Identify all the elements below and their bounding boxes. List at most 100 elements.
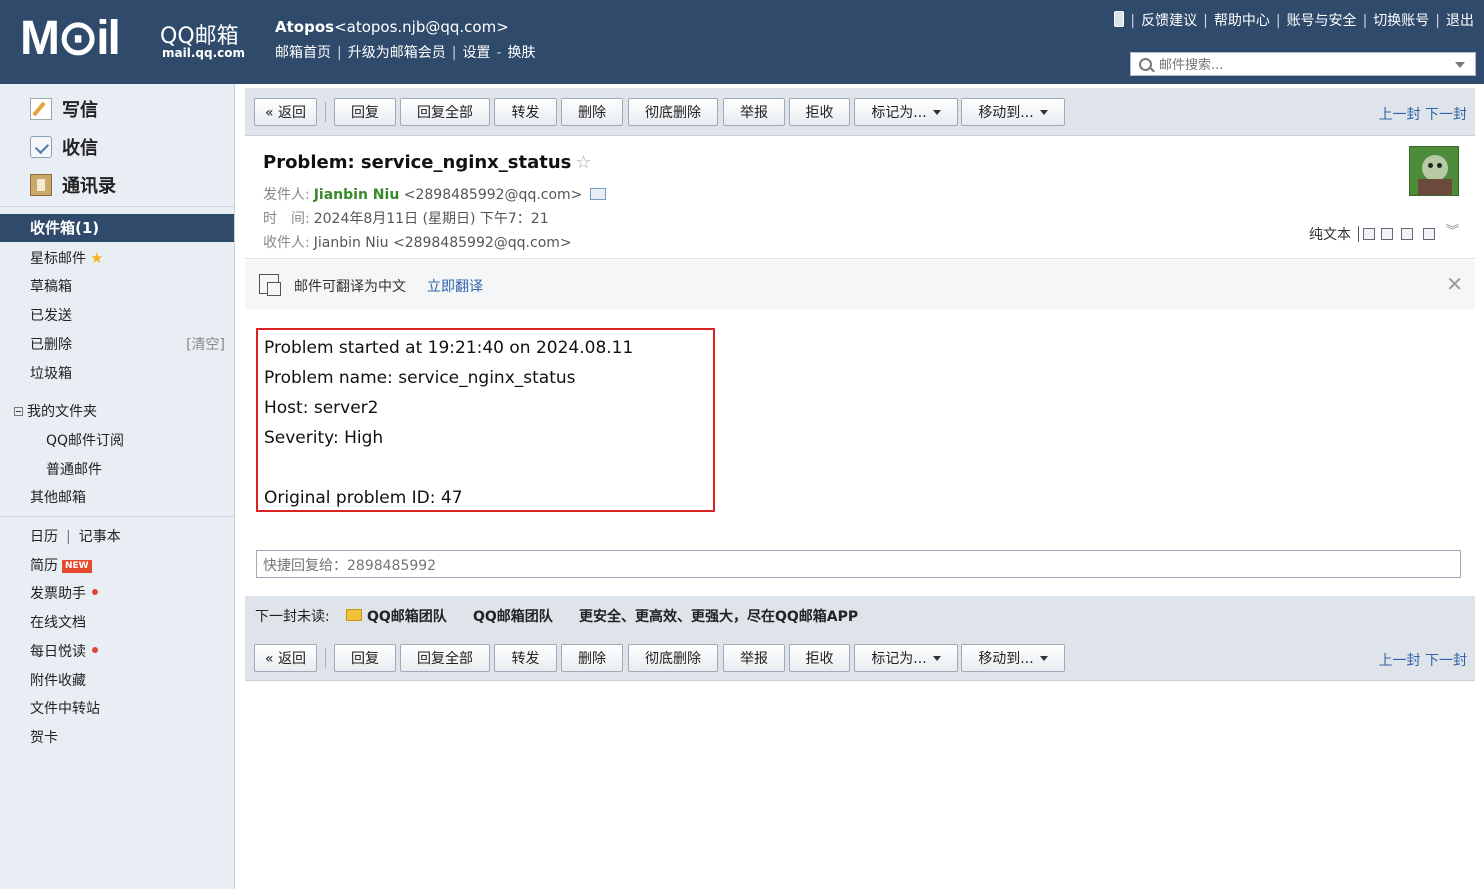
- move-to-dropdown[interactable]: 移动到...: [961, 644, 1065, 672]
- header: M⊙il QQ邮箱 mail.qq.com Atopos<atopos.njb@…: [0, 0, 1484, 84]
- download-icon[interactable]: [1401, 228, 1413, 240]
- sender-email: <2898485992@qq.com>: [403, 187, 583, 203]
- translate-hint: 邮件可翻译为中文: [294, 279, 406, 295]
- sidebar-item-sent[interactable]: 已发送: [30, 305, 72, 325]
- sidebar-item-resume[interactable]: 简历 NEW: [30, 555, 92, 575]
- brand-domain: mail.qq.com: [162, 46, 245, 60]
- sidebar-item-notepad[interactable]: 记事本: [79, 529, 121, 545]
- next-unread-sender[interactable]: QQ邮箱团队: [367, 606, 447, 626]
- permanent-delete-button[interactable]: 彻底删除: [628, 644, 718, 672]
- sidebar-item-inbox[interactable]: 收件箱(1): [0, 214, 234, 242]
- quick-reply-input[interactable]: [256, 550, 1461, 578]
- account-name: Atopos: [275, 18, 335, 36]
- report-button[interactable]: 举报: [723, 98, 785, 126]
- report-button[interactable]: 举报: [723, 644, 785, 672]
- sidebar-item-online-docs[interactable]: 在线文档: [30, 612, 86, 632]
- sender-avatar[interactable]: [1409, 146, 1459, 196]
- mark-as-dropdown[interactable]: 标记为...: [854, 644, 958, 672]
- contact-card-icon[interactable]: [590, 188, 607, 200]
- sidebar-item-qq-subscribe[interactable]: QQ邮件订阅: [46, 430, 124, 450]
- sidebar-item-normal-mail[interactable]: 普通邮件: [46, 459, 102, 479]
- prev-mail-link[interactable]: 上一封: [1379, 653, 1421, 669]
- star-outline-icon[interactable]: ☆: [575, 152, 591, 173]
- sidebar-item-other-mailbox[interactable]: 其他邮箱: [30, 487, 86, 507]
- mailbox-home-link[interactable]: 邮箱首页: [275, 45, 331, 61]
- clear-trash-link[interactable]: [清空]: [186, 334, 225, 354]
- toolbar-bottom: « 返回 回复 回复全部 转发 删除 彻底删除 举报 拒收 标记为... 移动到…: [245, 634, 1475, 681]
- help-center-link[interactable]: 帮助中心: [1214, 13, 1270, 29]
- close-icon[interactable]: ✕: [1446, 272, 1463, 296]
- plain-text-link[interactable]: 纯文本: [1309, 224, 1351, 244]
- next-mail-link[interactable]: 下一封: [1425, 107, 1467, 123]
- chevron-down-icon: [932, 656, 941, 661]
- reply-all-button[interactable]: 回复全部: [400, 98, 490, 126]
- sidebar-item-file-transfer[interactable]: 文件中转站: [30, 698, 100, 718]
- switch-account-link[interactable]: 切换账号: [1373, 13, 1429, 29]
- sidebar-item-deleted[interactable]: 已删除: [30, 334, 72, 354]
- chevron-down-icon[interactable]: ︾: [1446, 220, 1459, 239]
- reply-button[interactable]: 回复: [334, 644, 396, 672]
- prev-mail-link[interactable]: 上一封: [1379, 107, 1421, 123]
- skin-link[interactable]: 换肤: [508, 45, 536, 61]
- search-input[interactable]: [1157, 55, 1461, 75]
- collapse-icon[interactable]: [14, 407, 23, 416]
- phone-icon[interactable]: [1114, 11, 1125, 27]
- forward-button[interactable]: 转发: [494, 98, 557, 126]
- sidebar: 写信 收信 通讯录 收件箱(1) 星标邮件 ★ 草稿箱 已发送 已删除 [清空] …: [0, 84, 235, 889]
- back-button[interactable]: « 返回: [254, 644, 317, 672]
- translate-now-link[interactable]: 立即翻译: [427, 276, 483, 296]
- reject-button[interactable]: 拒收: [789, 98, 850, 126]
- note-icon[interactable]: [1381, 228, 1393, 240]
- sidebar-item-starred[interactable]: 星标邮件 ★: [30, 248, 103, 268]
- contacts-item[interactable]: 通讯录: [30, 172, 116, 198]
- delete-button[interactable]: 删除: [561, 644, 623, 672]
- search-dropdown-icon[interactable]: [1455, 62, 1465, 68]
- permanent-delete-button[interactable]: 彻底删除: [628, 98, 718, 126]
- write-icon: [30, 98, 52, 120]
- recipient: Jianbin Niu <2898485992@qq.com>: [313, 235, 572, 251]
- write-mail-item[interactable]: 写信: [30, 96, 98, 122]
- feedback-link[interactable]: 反馈建议: [1141, 13, 1197, 29]
- mail-header: Problem: service_nginx_status ☆ 发件人: Jianb…: [245, 136, 1475, 259]
- sidebar-item-attachments[interactable]: 附件收藏: [30, 670, 86, 690]
- sidebar-divider: [0, 516, 234, 517]
- print-icon[interactable]: [1423, 228, 1435, 240]
- sidebar-item-invoice[interactable]: 发票助手: [30, 583, 98, 603]
- sender-name[interactable]: Jianbin Niu: [314, 187, 400, 203]
- receive-mail-item[interactable]: 收信: [30, 134, 98, 160]
- sidebar-item-calendar[interactable]: 日历: [30, 529, 58, 545]
- next-unread-label: 下一封未读:: [255, 609, 330, 625]
- delete-button[interactable]: 删除: [561, 98, 623, 126]
- reject-button[interactable]: 拒收: [789, 644, 850, 672]
- settings-link[interactable]: 设置: [462, 45, 490, 61]
- logout-link[interactable]: 退出: [1446, 13, 1474, 29]
- upgrade-member-link[interactable]: 升级为邮箱会员: [348, 45, 446, 61]
- mail-content-highlight: Problem started at 19:21:40 on 2024.08.1…: [256, 328, 715, 512]
- mail-body: Problem started at 19:21:40 on 2024.08.1…: [245, 310, 1475, 539]
- new-window-icon[interactable]: [1363, 228, 1375, 240]
- toolbar-top: « 返回 回复 回复全部 转发 删除 彻底删除 举报 拒收 标记为... 移动到…: [245, 88, 1475, 136]
- reply-all-button[interactable]: 回复全部: [400, 644, 490, 672]
- mail-nav: 上一封 下一封: [1379, 650, 1467, 670]
- qq-mail-logo[interactable]: M⊙il QQ邮箱 mail.qq.com: [20, 12, 260, 66]
- back-button[interactable]: « 返回: [254, 98, 317, 126]
- sidebar-item-cards[interactable]: 贺卡: [30, 727, 58, 747]
- forward-button[interactable]: 转发: [494, 644, 557, 672]
- body-line: [264, 453, 707, 483]
- next-unread-sender[interactable]: QQ邮箱团队: [473, 606, 553, 626]
- body-line: Problem started at 19:21:40 on 2024.08.1…: [264, 338, 634, 358]
- right-links: | 反馈建议 | 帮助中心 | 账号与安全 | 切换账号 | 退出: [1114, 10, 1474, 30]
- move-to-dropdown[interactable]: 移动到...: [961, 98, 1065, 126]
- reply-button[interactable]: 回复: [334, 98, 396, 126]
- account-security-link[interactable]: 账号与安全: [1287, 13, 1357, 29]
- sidebar-item-my-folders[interactable]: 我的文件夹: [14, 401, 97, 421]
- sidebar-item-daily-read[interactable]: 每日悦读: [30, 641, 98, 661]
- mail-time: 2024年8月11日 (星期日) 下午7：21: [313, 211, 549, 227]
- sidebar-item-spam[interactable]: 垃圾箱: [30, 363, 72, 383]
- chevron-down-icon: [932, 110, 941, 115]
- search-box[interactable]: [1130, 52, 1476, 76]
- sidebar-item-drafts[interactable]: 草稿箱: [30, 276, 72, 296]
- mark-as-dropdown[interactable]: 标记为...: [854, 98, 958, 126]
- next-mail-link[interactable]: 下一封: [1425, 653, 1467, 669]
- next-unread-subject[interactable]: 更安全、更高效、更强大，尽在QQ邮箱APP: [579, 606, 858, 626]
